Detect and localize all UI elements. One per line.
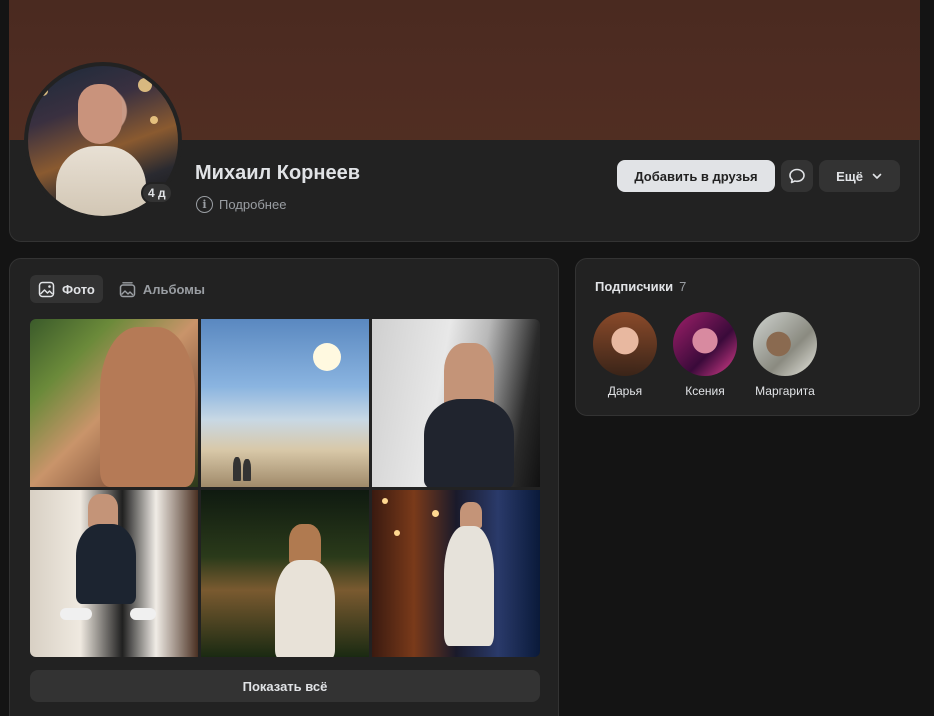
details-label: Подробнее — [219, 197, 287, 212]
follower-name: Дарья — [607, 384, 643, 398]
followers-count: 7 — [679, 279, 687, 294]
photo-thumbnail[interactable] — [201, 489, 369, 657]
follower-avatar — [673, 312, 737, 376]
follower-name: Ксения — [685, 384, 725, 398]
follower-item[interactable]: Ксения — [670, 312, 740, 398]
follower-name: Маргарита — [755, 384, 815, 398]
tab-photos-label: Фото — [62, 281, 95, 297]
tab-albums[interactable]: Альбомы — [111, 275, 213, 303]
follower-avatar — [593, 312, 657, 376]
details-link[interactable]: i Подробнее — [196, 196, 286, 213]
last-seen-badge: 4 д — [141, 182, 173, 204]
followers-card: Подписчики 7 Дарья Ксения Маргарита — [575, 258, 920, 416]
followers-title[interactable]: Подписчики 7 — [595, 279, 686, 294]
album-stack-icon — [119, 281, 136, 297]
photos-tabs: Фото Альбомы — [30, 275, 213, 303]
photo-thumbnail[interactable] — [201, 319, 369, 487]
tab-photos[interactable]: Фото — [30, 275, 103, 303]
chevron-down-icon — [872, 173, 882, 179]
photo-thumbnail[interactable] — [30, 319, 198, 487]
photo-thumbnail[interactable] — [30, 489, 198, 657]
photo-grid — [30, 319, 540, 657]
info-icon: i — [196, 196, 213, 213]
photo-thumbnail[interactable] — [372, 489, 540, 657]
tab-albums-label: Альбомы — [142, 281, 206, 297]
image-icon — [38, 281, 55, 297]
follower-avatar — [753, 312, 817, 376]
add-friend-button[interactable]: Добавить в друзья — [617, 160, 775, 192]
follower-item[interactable]: Дарья — [590, 312, 660, 398]
show-all-photos-button[interactable]: Показать всё — [30, 670, 540, 702]
message-button[interactable] — [781, 160, 813, 192]
follower-item[interactable]: Маргарита — [750, 312, 820, 398]
message-bubble-icon — [789, 168, 805, 184]
photo-thumbnail[interactable] — [372, 319, 540, 487]
more-label: Ещё — [836, 168, 863, 184]
followers-list: Дарья Ксения Маргарита — [590, 312, 820, 398]
more-button[interactable]: Ещё — [819, 160, 900, 192]
profile-name: Михаил Корнеев — [195, 162, 361, 184]
followers-title-label: Подписчики — [595, 279, 674, 294]
photos-card: Фото Альбомы Показать всё — [9, 258, 559, 716]
